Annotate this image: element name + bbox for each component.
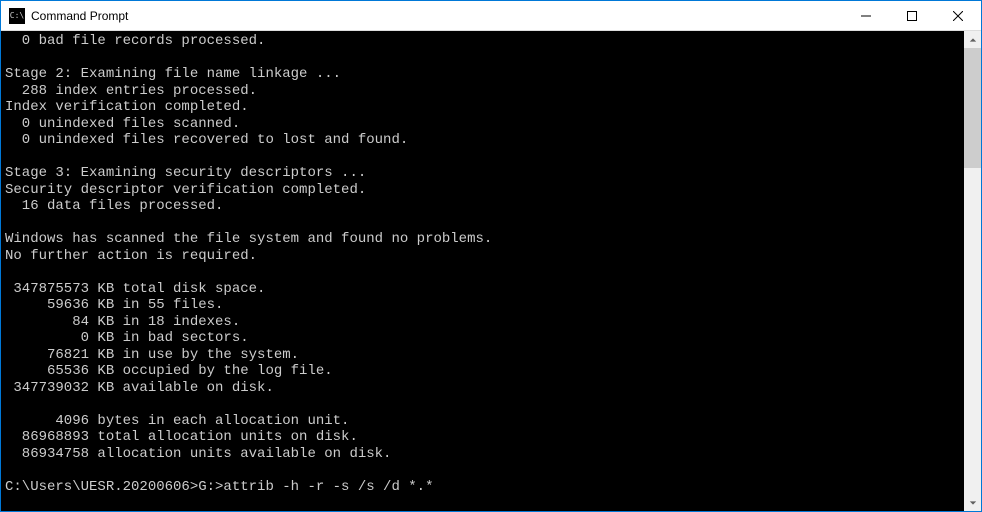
scrollbar-thumb[interactable]	[964, 48, 981, 168]
terminal-line	[5, 215, 960, 232]
content-area: 0 bad file records processed. Stage 2: E…	[1, 31, 981, 511]
chevron-up-icon	[969, 36, 977, 44]
terminal-line	[5, 264, 960, 281]
terminal-line: 288 index entries processed.	[5, 83, 960, 100]
scrollbar-track[interactable]	[964, 48, 981, 494]
close-icon	[953, 11, 963, 21]
window-title: Command Prompt	[31, 9, 843, 23]
terminal-line: 0 unindexed files scanned.	[5, 116, 960, 133]
terminal-line: 0 bad file records processed.	[5, 33, 960, 50]
terminal-line	[5, 495, 960, 511]
terminal-line: Index verification completed.	[5, 99, 960, 116]
close-button[interactable]	[935, 1, 981, 30]
terminal-line: 76821 KB in use by the system.	[5, 347, 960, 364]
terminal-line	[5, 149, 960, 166]
terminal-line: 84 KB in 18 indexes.	[5, 314, 960, 331]
terminal-line: 0 unindexed files recovered to lost and …	[5, 132, 960, 149]
app-icon-text: C:\	[10, 12, 24, 20]
terminal-line: 86968893 total allocation units on disk.	[5, 429, 960, 446]
command-prompt-window: C:\ Command Prompt 0 bad file records pr…	[0, 0, 982, 512]
terminal-line: 59636 KB in 55 files.	[5, 297, 960, 314]
titlebar-buttons	[843, 1, 981, 30]
minimize-button[interactable]	[843, 1, 889, 30]
terminal-line: Stage 2: Examining file name linkage ...	[5, 66, 960, 83]
scrollbar-up-arrow[interactable]	[964, 31, 981, 48]
terminal-line: Windows has scanned the file system and …	[5, 231, 960, 248]
terminal-line	[5, 50, 960, 67]
vertical-scrollbar[interactable]	[964, 31, 981, 511]
terminal-line: 347875573 KB total disk space.	[5, 281, 960, 298]
terminal-line: Stage 3: Examining security descriptors …	[5, 165, 960, 182]
terminal-line: 16 data files processed.	[5, 198, 960, 215]
terminal-line: 86934758 allocation units available on d…	[5, 446, 960, 463]
terminal-line: C:\Users\UESR.20200606>G:>attrib -h -r -…	[5, 479, 960, 496]
terminal-line: No further action is required.	[5, 248, 960, 265]
titlebar[interactable]: C:\ Command Prompt	[1, 1, 981, 31]
terminal-line: 4096 bytes in each allocation unit.	[5, 413, 960, 430]
chevron-down-icon	[969, 499, 977, 507]
terminal-line: 65536 KB occupied by the log file.	[5, 363, 960, 380]
terminal-output[interactable]: 0 bad file records processed. Stage 2: E…	[1, 31, 964, 511]
terminal-line	[5, 396, 960, 413]
minimize-icon	[861, 11, 871, 21]
app-icon: C:\	[9, 8, 25, 24]
terminal-line: 347739032 KB available on disk.	[5, 380, 960, 397]
maximize-button[interactable]	[889, 1, 935, 30]
terminal-line: Security descriptor verification complet…	[5, 182, 960, 199]
terminal-line: 0 KB in bad sectors.	[5, 330, 960, 347]
scrollbar-down-arrow[interactable]	[964, 494, 981, 511]
maximize-icon	[907, 11, 917, 21]
terminal-line	[5, 462, 960, 479]
